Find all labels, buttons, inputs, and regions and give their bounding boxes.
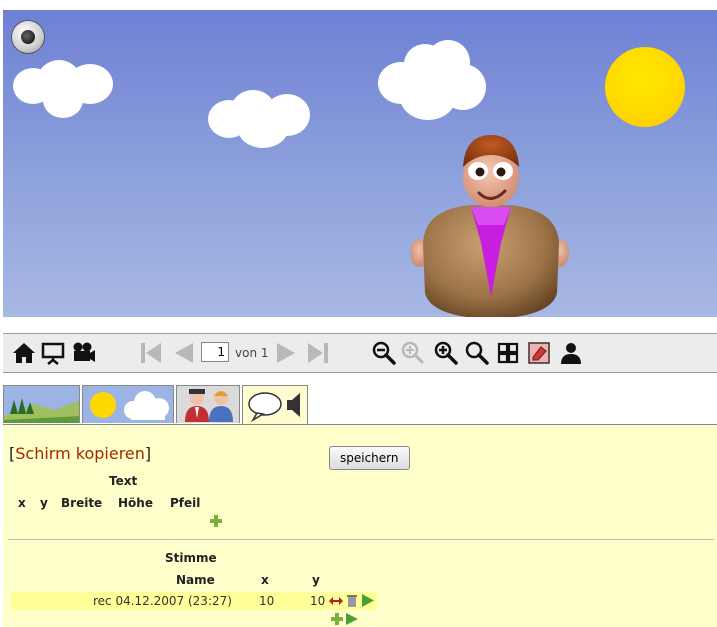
grid-icon[interactable] [495, 340, 521, 366]
tab-bar [3, 385, 717, 425]
home-icon[interactable] [11, 340, 37, 366]
add-voice-icon[interactable] [331, 613, 343, 625]
last-page-icon[interactable] [305, 340, 331, 366]
voice-section-title: Stimme [165, 551, 217, 565]
voice-x[interactable]: 10 [259, 594, 274, 608]
speech-sound-tab-icon [248, 392, 300, 423]
save-button[interactable]: speichern [329, 446, 410, 470]
cloud-left [13, 60, 118, 120]
text-section-title: Text [109, 474, 138, 488]
sun [605, 47, 685, 127]
trash-icon[interactable] [347, 594, 357, 607]
page-count-label: von 1 [235, 346, 269, 360]
copy-screen-link: [Schirm kopieren] [9, 444, 151, 463]
table-row[interactable]: rec 04.12.2007 (23:27) 10 10 [11, 592, 377, 610]
tab-characters[interactable] [176, 385, 240, 423]
zoom-in-icon[interactable] [433, 340, 459, 366]
scene-canvas[interactable] [3, 10, 717, 317]
presentation-icon[interactable] [40, 340, 66, 366]
cartoon-character[interactable] [411, 125, 571, 317]
cloud-middle [208, 90, 313, 150]
text-col-height: Höhe [118, 496, 153, 510]
add-text-icon[interactable] [210, 515, 222, 527]
voice-col-y: y [312, 573, 320, 587]
copy-screen-button[interactable]: Schirm kopieren [15, 444, 145, 463]
erase-icon[interactable] [526, 340, 552, 366]
section-divider [8, 539, 714, 540]
text-col-x: x [18, 496, 26, 510]
tab-landscape[interactable] [3, 385, 80, 423]
sun-cloud-tab-icon [83, 386, 173, 423]
text-col-width: Breite [61, 496, 103, 510]
voice-y[interactable]: 10 [310, 594, 325, 608]
text-col-y: y [40, 496, 48, 510]
move-arrow-icon[interactable] [329, 595, 343, 607]
movie-camera-icon[interactable] [70, 340, 96, 366]
properties-panel: [Schirm kopieren] speichern Text x y Bre… [3, 424, 717, 627]
toolbar: von 1 [3, 333, 717, 373]
voice-col-name: Name [176, 573, 215, 587]
prev-page-icon[interactable] [169, 340, 195, 366]
tab-sky[interactable] [82, 385, 174, 423]
zoom-fit-icon[interactable] [400, 340, 426, 366]
text-col-arrow: Pfeil [170, 496, 201, 510]
voice-name: rec 04.12.2007 (23:27) [93, 594, 232, 608]
characters-tab-icon [177, 386, 239, 423]
page-number-input[interactable] [201, 342, 229, 362]
zoom-out-icon[interactable] [371, 340, 397, 366]
cloud-right [378, 40, 488, 125]
voice-col-x: x [261, 573, 269, 587]
next-page-icon[interactable] [275, 340, 301, 366]
first-page-icon[interactable] [138, 340, 164, 366]
user-icon[interactable] [558, 340, 584, 366]
bracket-close: ] [144, 444, 152, 463]
tab-speech-sound[interactable] [242, 385, 308, 425]
record-play-icon[interactable] [346, 613, 358, 625]
play-icon[interactable] [362, 594, 374, 607]
record-button-icon[interactable] [12, 21, 44, 53]
zoom-actual-icon[interactable] [464, 340, 490, 366]
landscape-tab-icon [4, 386, 79, 423]
